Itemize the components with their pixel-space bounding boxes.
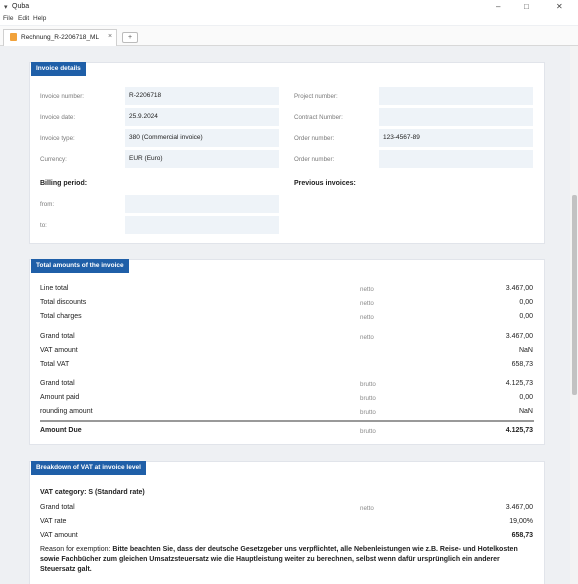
invoice-date-value: 25.9.2024 bbox=[125, 108, 279, 126]
total-row-label: Total charges bbox=[40, 313, 82, 320]
order-number-label: Order number: bbox=[294, 135, 335, 142]
currency-label: Currency: bbox=[40, 156, 67, 163]
amount-due-separator bbox=[40, 420, 534, 422]
vat-row-label: VAT amount bbox=[40, 532, 78, 539]
vat-row-value: 658,73 bbox=[511, 532, 533, 539]
tab-close-icon[interactable]: × bbox=[108, 33, 112, 40]
vat-row-value: 3.467,00 bbox=[505, 504, 533, 511]
total-row-value: 658,73 bbox=[511, 361, 533, 368]
window-title: Quba bbox=[12, 3, 30, 10]
amount-due-label: Amount Due bbox=[40, 427, 82, 434]
invoice-type-label: Invoice type: bbox=[40, 135, 75, 142]
vat-row-label: VAT rate bbox=[40, 518, 67, 525]
amount-due-value: 4.125,73 bbox=[505, 427, 533, 434]
total-row-value: NaN bbox=[518, 408, 533, 415]
order-number-value: 123-4567-89 bbox=[379, 129, 533, 147]
total-row-kind: netto bbox=[360, 314, 374, 321]
invoice-number-label: Invoice number: bbox=[40, 93, 85, 100]
total-row-label: Total VAT bbox=[40, 361, 70, 368]
contract-number-label: Contract Number: bbox=[294, 114, 343, 121]
vat-row-label: Grand total bbox=[40, 504, 75, 511]
project-number-label: Project number: bbox=[294, 93, 338, 100]
main-content: Invoice details Invoice number: R-220671… bbox=[0, 46, 570, 584]
vat-row-value: 19,00% bbox=[509, 518, 533, 525]
tab-invoice[interactable]: Rechnung_R-2206718_ML × bbox=[3, 29, 117, 46]
exemption-reason: Reason for exemption: Bitte beachten Sie… bbox=[40, 545, 536, 575]
currency-value: EUR (Euro) bbox=[125, 150, 279, 168]
vat-category: VAT category: S (Standard rate) bbox=[40, 489, 145, 496]
billing-from-label: from: bbox=[40, 201, 55, 208]
total-row-kind: brutto bbox=[360, 409, 376, 416]
document-icon bbox=[10, 33, 17, 41]
contract-number-value bbox=[379, 108, 533, 126]
add-tab-button[interactable]: + bbox=[122, 32, 138, 43]
vat-breakdown-card: Breakdown of VAT at invoice level VAT ca… bbox=[29, 461, 545, 584]
billing-period-heading: Billing period: bbox=[40, 180, 88, 187]
menu-help[interactable]: Help bbox=[33, 15, 46, 22]
total-row-value: 4.125,73 bbox=[505, 380, 533, 387]
billing-from-value bbox=[125, 195, 279, 213]
billing-to-value bbox=[125, 216, 279, 234]
total-row-value: 0,00 bbox=[519, 299, 533, 306]
invoice-details-card: Invoice details Invoice number: R-220671… bbox=[29, 62, 545, 244]
total-row-kind: netto bbox=[360, 334, 374, 341]
total-row-kind: brutto bbox=[360, 381, 376, 388]
project-number-value bbox=[379, 87, 533, 105]
menu-bar: File Edit Help bbox=[0, 14, 578, 25]
total-row-value: 3.467,00 bbox=[505, 285, 533, 292]
total-row-label: VAT amount bbox=[40, 347, 78, 354]
menu-edit[interactable]: Edit bbox=[18, 15, 29, 22]
menu-file[interactable]: File bbox=[3, 15, 13, 22]
total-row-label: Total discounts bbox=[40, 299, 87, 306]
total-row-kind: brutto bbox=[360, 395, 376, 402]
total-row-label: Amount paid bbox=[40, 394, 80, 401]
tab-bar: Rechnung_R-2206718_ML × + bbox=[0, 26, 578, 46]
total-row-value: NaN bbox=[518, 347, 533, 354]
vat-row-kind: netto bbox=[360, 505, 374, 512]
total-row-value: 0,00 bbox=[519, 394, 533, 401]
totals-card: Total amounts of the invoice Line total … bbox=[29, 259, 545, 445]
total-row-kind: netto bbox=[360, 286, 374, 293]
amount-due-kind: brutto bbox=[360, 428, 376, 435]
order-number-2-label: Order number: bbox=[294, 156, 335, 163]
total-row-label: Grand total bbox=[40, 380, 75, 387]
previous-invoices-heading: Previous invoices: bbox=[294, 180, 356, 187]
invoice-date-label: Invoice date: bbox=[40, 114, 76, 121]
invoice-type-value: 380 (Commercial invoice) bbox=[125, 129, 279, 147]
invoice-number-value: R-2206718 bbox=[125, 87, 279, 105]
vat-breakdown-heading: Breakdown of VAT at invoice level bbox=[31, 461, 146, 475]
exemption-reason-text: Bitte beachten Sie, dass der deutsche Ge… bbox=[40, 546, 518, 573]
order-number-2-value bbox=[379, 150, 533, 168]
total-row-kind: netto bbox=[360, 300, 374, 307]
maximize-button[interactable]: □ bbox=[524, 2, 529, 11]
total-row-value: 0,00 bbox=[519, 313, 533, 320]
total-row-label: Grand total bbox=[40, 333, 75, 340]
total-row-label: rounding amount bbox=[40, 408, 93, 415]
minimize-button[interactable]: – bbox=[496, 2, 500, 11]
scrollbar-thumb[interactable] bbox=[572, 195, 577, 395]
app-icon: ▾ bbox=[4, 4, 8, 11]
invoice-details-heading: Invoice details bbox=[31, 62, 86, 76]
title-bar: ▾ Quba – □ ✕ bbox=[0, 0, 578, 15]
tab-label: Rechnung_R-2206718_ML bbox=[21, 34, 100, 41]
totals-heading: Total amounts of the invoice bbox=[31, 259, 129, 273]
total-row-label: Line total bbox=[40, 285, 69, 292]
total-row-value: 3.467,00 bbox=[505, 333, 533, 340]
billing-to-label: to: bbox=[40, 222, 47, 229]
close-button[interactable]: ✕ bbox=[556, 2, 563, 11]
exemption-reason-label: Reason for exemption: bbox=[40, 546, 111, 553]
